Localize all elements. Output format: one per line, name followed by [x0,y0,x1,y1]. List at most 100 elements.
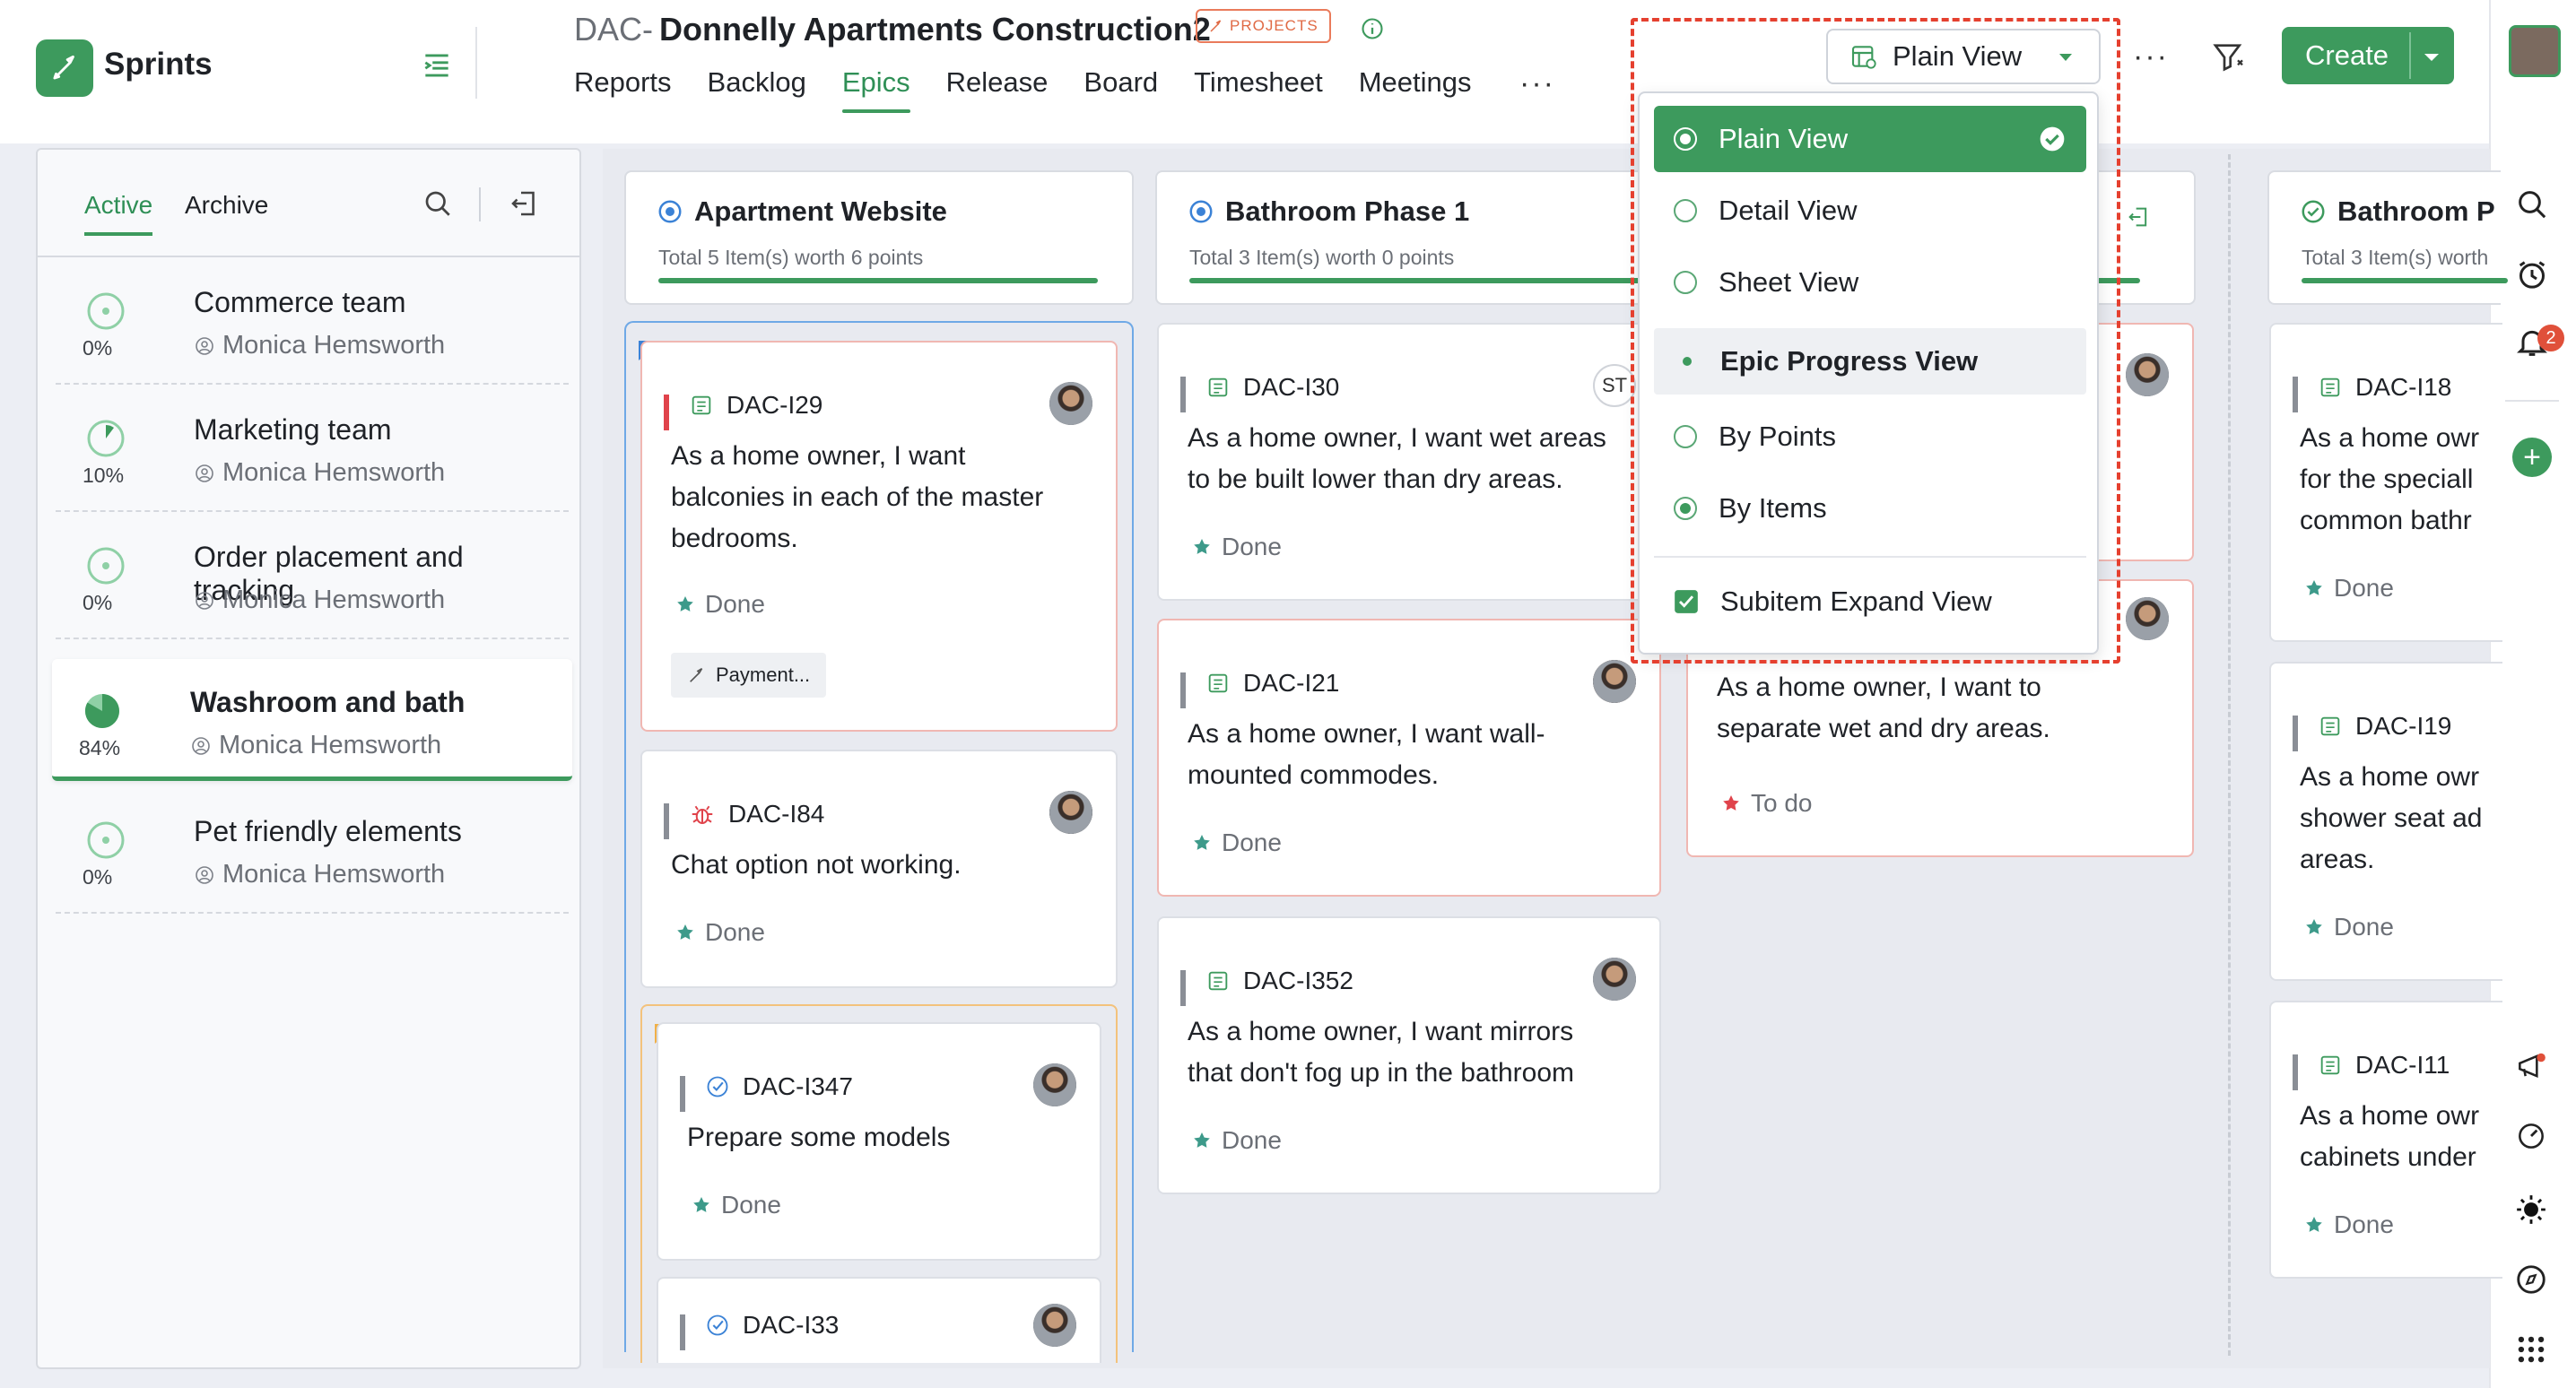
epic-title: Bathroom P [2300,195,2495,228]
card-description: As a home owner, I want balconies in each… [671,436,1043,560]
sprint-progress-icon [86,820,126,860]
story-card[interactable]: DAC-I30 ST As a home owner, I want wet a… [1157,323,1661,601]
sprint-item[interactable]: 0% Pet friendly elements Monica Hemswort… [56,788,569,914]
task-card[interactable]: DAC-I347 Prepare some models Done [657,1022,1101,1261]
card-id: DAC-I18 [2318,373,2451,402]
sprint-item[interactable]: 0% Order placement and tracking Monica H… [56,514,569,639]
tab-backlog[interactable]: Backlog [708,66,806,113]
card-status: Done [2303,913,2394,941]
tab-archive[interactable]: Archive [185,191,268,220]
project-name[interactable]: Donnelly Apartments Construction2 [659,11,1211,48]
filter-icon[interactable] [2211,39,2247,75]
create-button[interactable]: Create [2282,27,2454,84]
sprint-percent: 0% [83,591,113,614]
sprint-item-selected[interactable]: 84% Washroom and bath Monica Hemsworth [52,659,572,781]
sprint-progress-icon [86,291,126,331]
notification-count-badge: 2 [2537,325,2564,351]
assignee-avatar[interactable] [1593,660,1636,703]
task-card[interactable]: DAC-I33 [657,1277,1101,1363]
star-icon [677,596,693,612]
assignee-avatar[interactable] [2126,353,2169,396]
speedometer-icon[interactable] [2514,1119,2548,1153]
theme-sun-icon[interactable] [2514,1193,2548,1227]
sprints-logo-icon[interactable] [36,39,93,97]
priority-bar [680,1076,685,1112]
sprint-name: Pet friendly elements [194,815,462,847]
star-icon [2306,1217,2322,1232]
tag-icon [690,667,703,682]
card-status-text: Done [1222,1126,1282,1154]
epic-title-text: Bathroom Phase 1 [1225,195,1470,227]
tab-release[interactable]: Release [946,66,1049,113]
more-options-button[interactable]: ··· [2133,39,2169,74]
epic-title-text: Bathroom P [2337,195,2495,227]
assignee-avatar[interactable] [1593,958,1636,1001]
tab-active[interactable]: Active [84,191,153,236]
epic-title: Bathroom Phase 1 [1188,195,1469,228]
card-status-text: Done [2334,574,2394,602]
assignee-avatar[interactable] [1033,1304,1076,1347]
projects-badge[interactable]: PROJECTS [1196,9,1331,43]
assignee-initials[interactable]: ST [1593,364,1636,407]
priority-bar [2293,716,2298,751]
user-icon [192,736,210,755]
story-card[interactable]: DAC-I352 As a home owner, I want mirrors… [1157,916,1661,1194]
story-icon [2320,1055,2340,1075]
epic-summary: Total 3 Item(s) worth [2302,246,2489,269]
card-id: DAC-I19 [2318,712,2451,741]
collapse-panel-icon[interactable] [508,187,540,220]
apps-grid-icon[interactable] [2514,1332,2548,1366]
task-check-icon [707,1076,728,1097]
app-name: Sprints [104,47,213,82]
tag-chip[interactable]: Payment... [671,653,827,698]
desc-line: shower seat ad [2300,803,2483,833]
user-icon [196,591,213,610]
tab-timesheet[interactable]: Timesheet [1194,66,1323,113]
tab-reports[interactable]: Reports [574,66,672,113]
bug-card[interactable]: DAC-I84 Chat option not working. Done [640,750,1118,988]
assignee-avatar[interactable] [1033,1063,1076,1106]
assignee-avatar[interactable] [1049,382,1092,425]
create-dropdown-icon[interactable] [2422,52,2441,63]
assignee-avatar[interactable] [2126,597,2169,640]
priority-bar [1180,970,1186,1006]
timer-icon[interactable] [2514,256,2550,292]
assignee-avatar[interactable] [1049,791,1092,834]
sprint-item[interactable]: 0% Commerce team Monica Hemsworth [56,259,569,385]
tab-meetings[interactable]: Meetings [1359,66,1472,113]
collapse-sidebar-icon[interactable] [420,48,454,82]
desc-line: that don't fog up in the bathroom [1188,1058,1575,1088]
compass-icon[interactable] [2514,1262,2548,1297]
announcement-icon[interactable] [2514,1049,2548,1083]
user-icon [196,865,213,884]
story-card[interactable]: DAC-I21 As a home owner, I want wall-mou… [1157,619,1661,897]
star-icon [1194,835,1210,850]
tab-epics[interactable]: Epics [841,66,910,113]
sprint-item[interactable]: 10% Marketing team Monica Hemsworth [56,386,569,512]
epic-done-icon [2302,200,2325,223]
info-icon[interactable] [1360,16,1385,41]
tab-board[interactable]: Board [1083,66,1158,113]
desc-line: balconies in each of the master [671,482,1044,512]
sprint-percent: 10% [83,464,125,487]
add-icon[interactable]: + [2512,438,2552,477]
search-icon[interactable] [2514,187,2550,222]
story-card[interactable]: DAC-I29 As a home owner, I want balconies… [640,341,1118,732]
card-status: Done [674,590,765,619]
story-icon [692,395,711,415]
collapse-column-icon[interactable] [2126,204,2151,230]
search-icon[interactable] [422,187,454,220]
epic-column-header[interactable]: Bathroom P Total 3 Item(s) worth [2267,170,2508,305]
user-avatar[interactable] [2509,25,2561,77]
sprint-owner: Monica Hemsworth [194,458,445,488]
story-card[interactable]: DAC-I11 As a home owr cabinets under Done [2269,1001,2502,1279]
card-id-text: DAC-I347 [743,1072,853,1100]
sprint-percent: 0% [83,865,113,889]
nav-more-button[interactable]: ··· [1519,66,1555,101]
desc-line: areas. [2300,845,2375,874]
star-icon [1723,795,1739,811]
story-card[interactable]: DAC-I18 As a home owr for the speciall com… [2269,323,2502,642]
story-card[interactable]: DAC-I19 As a home owr shower seat ad areas… [2269,662,2502,981]
epic-column-header[interactable]: Apartment Website Total 5 Item(s) worth … [624,170,1134,305]
desc-line: As a home owner, I want mirrors [1188,1017,1574,1046]
